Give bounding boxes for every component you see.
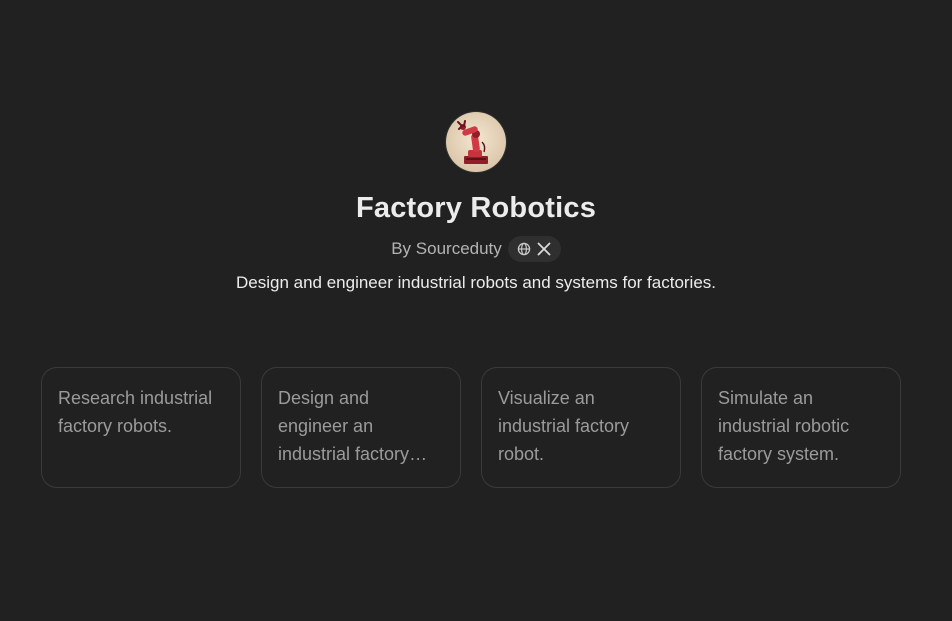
gpt-title: Factory Robotics: [355, 192, 597, 224]
author-byline: By Sourceduty: [391, 239, 502, 258]
gpt-header: Factory Robotics By Sourceduty Design an…: [0, 112, 952, 294]
social-links: [507, 236, 561, 262]
gpt-landing-page: Factory Robotics By Sourceduty Design an…: [0, 0, 952, 621]
globe-icon[interactable]: [517, 242, 531, 256]
industrial-robot-arm-icon: [446, 112, 506, 172]
starter-text: Design and engineer an industrial factor…: [278, 388, 410, 464]
starter-text: Research industrial factory robots.: [58, 388, 213, 436]
starter-card[interactable]: Simulate an industrial robotic factory s…: [701, 367, 901, 488]
starter-card[interactable]: Research industrial factory robots.: [41, 367, 241, 488]
gpt-description: Design and engineer industrial robots an…: [235, 273, 717, 292]
starter-card[interactable]: Visualize an industrial factory robot.: [481, 367, 681, 488]
gpt-avatar: [446, 112, 506, 172]
conversation-starters: Research industrial factory robots. Desi…: [41, 367, 901, 488]
starter-text: Simulate an industrial robotic factory s…: [718, 388, 850, 464]
starter-text: Visualize an industrial factory robot.: [498, 388, 630, 464]
x-icon[interactable]: [537, 242, 551, 256]
starter-card[interactable]: Design and engineer an industrial factor…: [261, 367, 461, 488]
gpt-byline: By Sourceduty: [391, 236, 561, 262]
